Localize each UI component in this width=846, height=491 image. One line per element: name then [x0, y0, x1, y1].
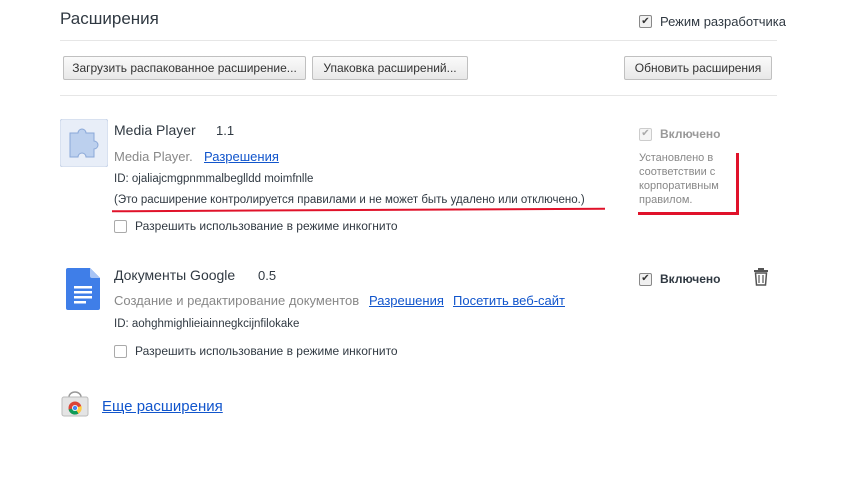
- enabled-checkbox: [639, 127, 652, 141]
- red-bracket-horizontal: [638, 212, 739, 215]
- incognito-toggle[interactable]: Разрешить использование в режиме инкогни…: [114, 219, 398, 233]
- pack-extension-button[interactable]: Упаковка расширений...: [312, 56, 468, 80]
- policy-note: (Это расширение контролируется правилами…: [114, 194, 585, 206]
- extension-version: 0.5: [258, 268, 277, 283]
- extension-description: Media Player.: [114, 149, 193, 164]
- toolbar-divider: [60, 95, 777, 96]
- extension-id: ID: ojaliajcmgpnmmalbeglldd moimfnlle: [114, 173, 314, 185]
- enabled-toggle[interactable]: Включено: [639, 272, 720, 286]
- extension-name: Документы Google: [114, 267, 236, 283]
- webstore-icon: [61, 391, 89, 417]
- extension-version: 1.1: [216, 123, 235, 138]
- visit-website-link[interactable]: Посетить веб-сайт: [453, 293, 565, 308]
- red-underline-annotation: [111, 207, 606, 213]
- enabled-label: Включено: [660, 127, 721, 141]
- incognito-checkbox[interactable]: [114, 344, 127, 358]
- permissions-link[interactable]: Разрешения: [204, 149, 279, 164]
- extension-description: Создание и редактирование документов: [114, 293, 360, 308]
- incognito-label: Разрешить использование в режиме инкогни…: [135, 344, 398, 358]
- enabled-toggle-disabled: Включено: [639, 127, 720, 141]
- extension-name: Media Player: [114, 122, 196, 138]
- developer-mode-label: Режим разработчика: [660, 14, 787, 29]
- developer-mode-toggle[interactable]: Режим разработчика: [639, 14, 786, 29]
- enabled-label: Включено: [660, 272, 721, 286]
- developer-mode-checkbox[interactable]: [639, 15, 652, 28]
- incognito-checkbox[interactable]: [114, 219, 127, 233]
- incognito-label: Разрешить использование в режиме инкогни…: [135, 219, 398, 233]
- policy-installed-text: Установлено в соответствии с корпоративн…: [639, 152, 719, 206]
- update-extensions-button[interactable]: Обновить расширения: [624, 56, 772, 80]
- red-bracket-vertical: [736, 153, 739, 214]
- enabled-checkbox[interactable]: [639, 272, 652, 286]
- permissions-link[interactable]: Разрешения: [369, 293, 444, 308]
- trash-icon[interactable]: [753, 268, 769, 286]
- load-unpacked-button[interactable]: Загрузить распакованное расширение...: [63, 56, 306, 80]
- page-title: Расширения: [60, 9, 159, 28]
- more-extensions-link[interactable]: Еще расширения: [102, 398, 223, 415]
- extension-id: ID: aohghmighlieiainnegkcijnfilokake: [114, 318, 300, 330]
- puzzle-icon: [59, 118, 109, 168]
- google-docs-icon: [66, 268, 100, 310]
- incognito-toggle[interactable]: Разрешить использование в режиме инкогни…: [114, 344, 398, 358]
- header-divider: [60, 40, 777, 41]
